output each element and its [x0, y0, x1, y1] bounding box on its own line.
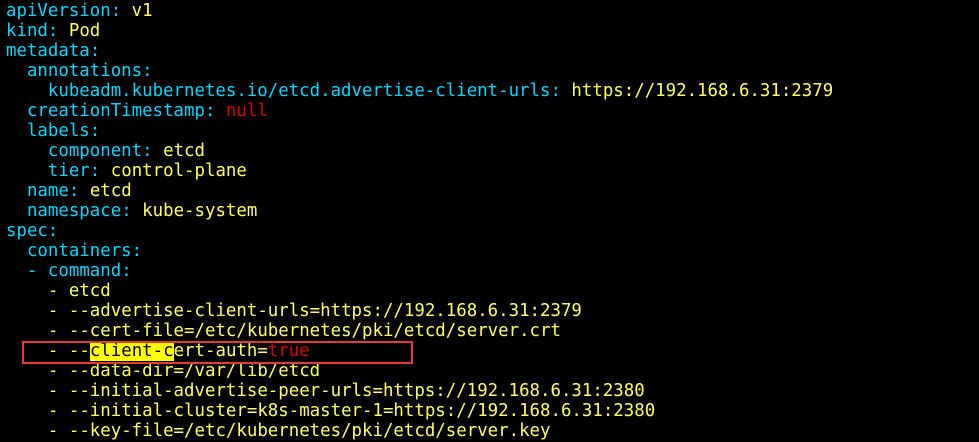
yaml-value: --key-file=/etc/kubernetes/pki/etcd/serv… — [68, 421, 551, 441]
colon: : — [204, 101, 216, 121]
yaml-key: creationTimestamp — [26, 101, 205, 121]
colon: : — [89, 161, 101, 181]
yaml-line-data-dir: - --data-dir=/var/lib/etcd — [6, 361, 979, 381]
list-dash: - — [47, 301, 59, 321]
list-dash: - — [47, 361, 59, 381]
yaml-key: command — [47, 261, 122, 281]
flag-rest: ert-auth= — [173, 341, 268, 361]
yaml-value: kube-system — [142, 201, 258, 221]
colon: : — [131, 241, 143, 261]
yaml-value: v1 — [131, 1, 153, 21]
colon: : — [89, 41, 101, 61]
yaml-null-value: null — [225, 101, 268, 121]
yaml-line-command: - command: — [6, 261, 979, 281]
yaml-line-key-file: - --key-file=/etc/kubernetes/pki/etcd/se… — [6, 421, 979, 441]
yaml-key: spec — [6, 221, 48, 241]
list-dash: - — [47, 381, 59, 401]
yaml-line-component: component: etcd — [6, 141, 979, 161]
yaml-key: kind — [6, 21, 48, 41]
flag-prefix: -- — [68, 341, 90, 361]
yaml-value: --data-dir=/var/lib/etcd — [68, 361, 321, 381]
yaml-value: control-plane — [110, 161, 247, 181]
yaml-line-namespace: namespace: kube-system — [6, 201, 979, 221]
yaml-key: component — [47, 141, 143, 161]
yaml-value: etcd — [89, 181, 132, 201]
yaml-line-spec: spec: — [6, 221, 979, 241]
colon: : — [142, 141, 153, 161]
yaml-value: etcd — [163, 141, 205, 161]
list-dash: - — [47, 281, 59, 301]
terminal-viewport[interactable]: apiVersion: v1 kind: Pod metadata: annot… — [6, 1, 979, 442]
list-dash: - — [47, 421, 59, 441]
colon: : — [110, 1, 122, 21]
yaml-key: namespace — [26, 201, 122, 221]
colon: : — [47, 21, 59, 41]
yaml-line-apiversion: apiVersion: v1 — [6, 1, 979, 21]
search-match-highlight: client- — [89, 341, 164, 361]
yaml-value: etcd — [68, 281, 111, 301]
yaml-line-initial-cluster: - --initial-cluster=k8s-master-1=https:/… — [6, 401, 979, 421]
yaml-line-creation-timestamp: creationTimestamp: null — [6, 101, 979, 121]
yaml-line-tier: tier: control-plane — [6, 161, 979, 181]
colon: : — [68, 181, 80, 201]
colon: : — [550, 81, 561, 101]
yaml-value: Pod — [68, 21, 101, 41]
list-dash: - — [26, 261, 38, 281]
list-dash: - — [47, 321, 59, 341]
yaml-line-initial-advertise-peer-urls: - --initial-advertise-peer-urls=https://… — [6, 381, 979, 401]
colon: : — [121, 201, 132, 221]
yaml-key: tier — [47, 161, 90, 181]
yaml-line-cert-file: - --cert-file=/etc/kubernetes/pki/etcd/s… — [6, 321, 979, 341]
text-cursor: c — [163, 341, 174, 361]
yaml-line-kind: kind: Pod — [6, 21, 979, 41]
yaml-line-command-etcd: - etcd — [6, 281, 979, 301]
yaml-value: https://192.168.6.31:2379 — [571, 81, 834, 101]
yaml-line-labels: labels: — [6, 121, 979, 141]
colon: : — [121, 261, 132, 281]
colon: : — [89, 121, 101, 141]
yaml-line-client-cert-auth: - --client-cert-auth=true — [6, 341, 979, 361]
colon: : — [47, 221, 59, 241]
yaml-line-name: name: etcd — [6, 181, 979, 201]
yaml-line-containers: containers: — [6, 241, 979, 261]
yaml-value: --initial-advertise-peer-urls=https://19… — [68, 381, 645, 401]
colon: : — [142, 61, 153, 81]
yaml-key: annotations — [26, 61, 143, 81]
bool-value: true — [267, 341, 310, 361]
list-dash: - — [47, 341, 59, 361]
yaml-key: name — [26, 181, 69, 201]
yaml-line-advertise-client-urls: - --advertise-client-urls=https://192.16… — [6, 301, 979, 321]
yaml-key: containers — [26, 241, 132, 261]
yaml-line-advertise-client-urls-annotation: kubeadm.kubernetes.io/etcd.advertise-cli… — [6, 81, 979, 101]
yaml-value: --cert-file=/etc/kubernetes/pki/etcd/ser… — [68, 321, 561, 341]
yaml-value: --advertise-client-urls=https://192.168.… — [68, 301, 582, 321]
yaml-key: labels — [26, 121, 90, 141]
yaml-line-annotations: annotations: — [6, 61, 979, 81]
yaml-key: kubeadm.kubernetes.io/etcd.advertise-cli… — [47, 81, 551, 101]
yaml-key: apiVersion — [6, 1, 111, 21]
list-dash: - — [47, 401, 59, 421]
yaml-value: --initial-cluster=k8s-master-1=https://1… — [68, 401, 656, 421]
yaml-line-metadata: metadata: — [6, 41, 979, 61]
yaml-key: metadata — [6, 41, 90, 61]
